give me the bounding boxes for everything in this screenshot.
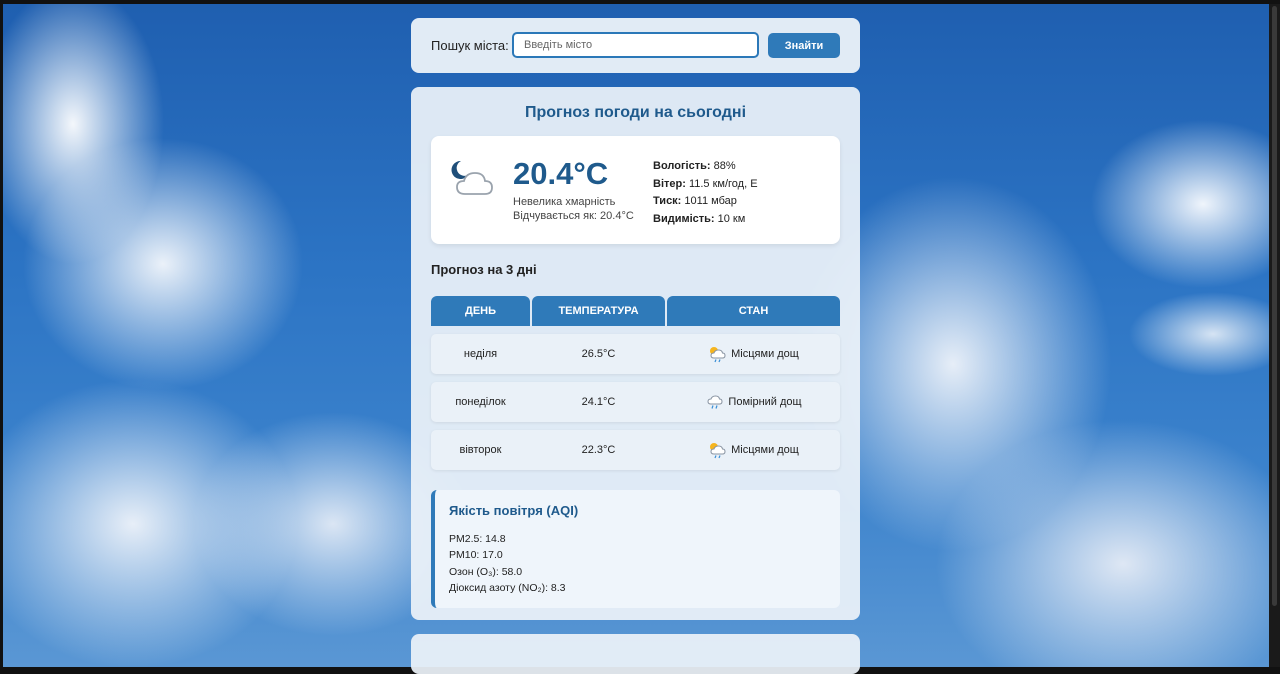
page-scrollbar[interactable] [1269, 4, 1280, 667]
condition-label: Місцями дощ [731, 444, 799, 456]
row-temp: 24.1°C [581, 396, 616, 408]
forecast-header: ДЕНЬ ТЕМПЕРАТУРА СТАН [431, 296, 840, 326]
forecast-table: ДЕНЬ ТЕМПЕРАТУРА СТАН неділя 26.5°C Місц… [431, 296, 840, 470]
aqi-ozone: Озон (O₃): 58.0 [449, 565, 523, 578]
row-temp: 22.3°C [581, 444, 616, 456]
aqi-pm25: PM2.5: 14.8 [449, 533, 506, 545]
today-title: Прогноз погоди на сьогодні [524, 104, 747, 121]
table-row: понеділок 24.1°C Помірний дощ [431, 382, 840, 422]
current-temperature: 20.4°C [513, 156, 609, 191]
next-panel [411, 634, 860, 674]
aqi-list: PM2.5: 14.8 PM10: 17.0 Озон (O₃): 58.0 Д… [449, 531, 566, 596]
aqi-title: Якість повітря (AQI) [449, 503, 579, 518]
row-condition: Місцями дощ [667, 430, 840, 470]
aqi-pm10: PM10: 17.0 [449, 549, 503, 562]
visibility-row: Видимість: 10 км [653, 212, 746, 225]
search-label: Пошук міста: [431, 38, 509, 53]
patchy-rain-icon [710, 347, 726, 363]
air-quality-card: Якість повітря (AQI) PM2.5: 14.8 PM10: 1… [431, 490, 840, 608]
weather-panel: Прогноз погоди на сьогодні 20.4°C Невели… [411, 87, 860, 620]
condition-label: Помірний дощ [728, 396, 802, 408]
aqi-no2: Діоксид азоту (NO₂): 8.3 [449, 581, 566, 594]
search-button[interactable]: Знайти [768, 33, 840, 58]
row-condition: Помірний дощ [667, 382, 840, 422]
condition-label: Місцями дощ [731, 348, 799, 360]
table-row: вівторок 22.3°C Місцями дощ [431, 430, 840, 470]
row-day: неділя [463, 348, 498, 360]
pressure-row: Тиск: 1011 мбар [653, 195, 737, 207]
weather-description: Невелика хмарність [513, 196, 616, 208]
forecast-title: Прогноз на 3 дні [431, 262, 537, 277]
row-condition: Місцями дощ [667, 334, 840, 374]
city-search-input[interactable] [512, 32, 759, 58]
header-condition: СТАН [667, 296, 840, 326]
cloud-moon-icon [451, 160, 493, 195]
row-day: понеділок [455, 396, 506, 408]
feels-like: Відчувається як: 20.4°C [513, 210, 634, 222]
wind-row: Вітер: 11.5 км/год, E [653, 177, 758, 190]
header-day: ДЕНЬ [431, 296, 530, 326]
weather-details: Вологість: 88% Вітер: 11.5 км/год, E Тис… [653, 158, 758, 228]
scrollbar-thumb[interactable] [1272, 6, 1277, 606]
moderate-rain-icon [707, 395, 723, 409]
patchy-rain-icon [710, 443, 726, 459]
row-temp: 26.5°C [581, 348, 616, 360]
header-temperature: ТЕМПЕРАТУРА [532, 296, 665, 326]
search-panel: Пошук міста: Знайти [411, 18, 860, 73]
table-row: неділя 26.5°C Місцями дощ [431, 334, 840, 374]
row-day: вівторок [459, 444, 502, 456]
humidity-row: Вологість: 88% [653, 160, 736, 172]
current-weather-card: 20.4°C Невелика хмарність Відчувається я… [431, 136, 840, 244]
